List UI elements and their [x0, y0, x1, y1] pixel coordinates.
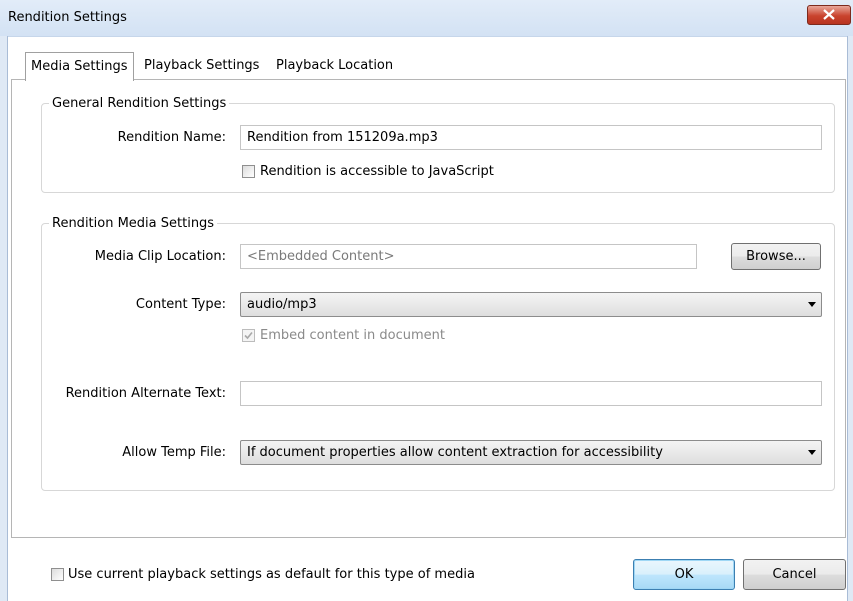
- temp-file-select[interactable]: If document properties allow content ext…: [240, 440, 822, 465]
- content-type-select[interactable]: audio/mp3: [240, 292, 822, 317]
- close-icon: [823, 9, 835, 20]
- tab-playback-settings[interactable]: Playback Settings: [139, 55, 264, 79]
- embed-content-checkbox[interactable]: [242, 329, 255, 342]
- content-type-label: Content Type:: [135, 297, 226, 312]
- content-type-value: audio/mp3: [247, 297, 317, 312]
- chevron-down-icon: [808, 302, 816, 307]
- checkmark-icon: [244, 331, 253, 340]
- media-settings-title: Rendition Media Settings: [49, 216, 218, 231]
- cancel-button[interactable]: Cancel: [743, 559, 846, 590]
- tab-media-settings[interactable]: Media Settings: [25, 52, 134, 81]
- title-bar: [0, 0, 853, 37]
- alt-text-label: Rendition Alternate Text:: [65, 386, 226, 401]
- clip-location-input[interactable]: <Embedded Content>: [240, 244, 697, 269]
- general-settings-title: General Rendition Settings: [49, 96, 230, 111]
- temp-file-label: Allow Temp File:: [122, 445, 226, 460]
- default-settings-checkbox[interactable]: [51, 568, 64, 581]
- ok-button[interactable]: OK: [633, 559, 735, 590]
- embed-content-label: Embed content in document: [260, 328, 445, 343]
- temp-file-value: If document properties allow content ext…: [247, 445, 663, 460]
- chevron-down-icon: [808, 450, 816, 455]
- close-button[interactable]: [807, 5, 851, 25]
- clip-location-label: Media Clip Location:: [94, 249, 226, 264]
- alt-text-input[interactable]: [240, 381, 822, 406]
- window-title: Rendition Settings: [8, 10, 127, 25]
- tab-playback-location[interactable]: Playback Location: [271, 55, 398, 79]
- default-settings-label: Use current playback settings as default…: [68, 567, 475, 582]
- browse-button[interactable]: Browse...: [731, 243, 821, 270]
- rendition-name-input[interactable]: Rendition from 151209a.mp3: [240, 125, 822, 150]
- window-frame-right: [847, 36, 853, 601]
- rendition-name-label: Rendition Name:: [117, 130, 226, 145]
- js-accessible-label: Rendition is accessible to JavaScript: [260, 164, 494, 179]
- js-accessible-checkbox[interactable]: [242, 165, 255, 178]
- window-frame-left: [0, 36, 8, 601]
